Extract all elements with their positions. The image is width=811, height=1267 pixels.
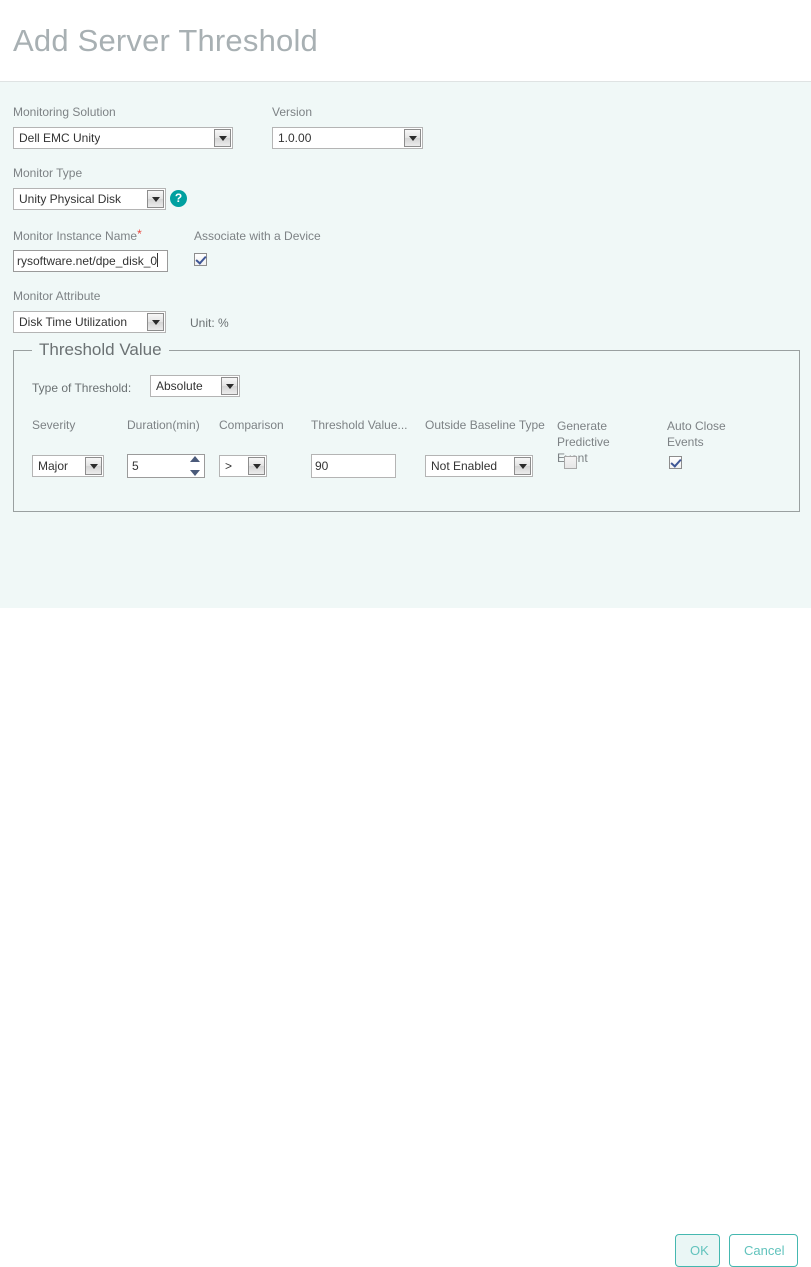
monitoring-solution-label: Monitoring Solution [13,105,116,119]
monitoring-solution-dropdown-button[interactable] [214,129,231,147]
caret-up-icon[interactable] [190,456,200,462]
column-header-outside-baseline-type: Outside Baseline Type [425,418,545,432]
chevron-down-icon [409,136,417,141]
add-server-threshold-dialog: Add Server Threshold Monitoring Solution… [0,0,811,673]
dialog-body: Monitoring Solution Dell EMC Unity Versi… [0,82,811,608]
caret-down-icon[interactable] [190,470,200,476]
version-dropdown-button[interactable] [404,129,421,147]
column-header-duration: Duration(min) [127,418,200,432]
comparison-value: > [225,456,232,476]
monitor-type-dropdown-button[interactable] [147,190,164,208]
chevron-down-icon [253,464,261,469]
required-marker: * [137,227,142,241]
threshold-value-text: 90 [315,459,328,473]
chevron-down-icon [152,320,160,325]
associate-with-device-checkbox[interactable] [194,253,207,266]
dialog-footer: OK Cancel [0,608,811,673]
column-header-threshold-value: Threshold Value... [311,418,408,432]
severity-dropdown-button[interactable] [85,457,102,475]
monitor-attribute-dropdown-button[interactable] [147,313,164,331]
outside-baseline-type-dropdown-button[interactable] [514,457,531,475]
comparison-select[interactable]: > [219,455,267,477]
threshold-value-legend: Threshold Value [32,339,169,361]
duration-spinner-arrows[interactable] [188,456,202,476]
outside-baseline-type-value: Not Enabled [431,456,497,476]
chevron-down-icon [519,464,527,469]
severity-select[interactable]: Major [32,455,104,477]
monitoring-solution-select[interactable]: Dell EMC Unity [13,127,233,149]
chevron-down-icon [226,384,234,389]
monitor-instance-name-value: rysoftware.net/dpe_disk_0 [17,254,157,268]
monitor-instance-name-label-text: Monitor Instance Name [13,229,137,243]
outside-baseline-type-select[interactable]: Not Enabled [425,455,533,477]
chevron-down-icon [90,464,98,469]
type-of-threshold-dropdown-button[interactable] [221,377,238,395]
page-title: Add Server Threshold [0,23,318,59]
monitor-instance-name-label: Monitor Instance Name* [13,229,142,243]
type-of-threshold-select[interactable]: Absolute [150,375,240,397]
column-header-comparison: Comparison [219,418,284,432]
help-icon[interactable]: ? [170,190,187,207]
type-of-threshold-label: Type of Threshold: [32,381,131,395]
monitor-type-value: Unity Physical Disk [19,189,121,209]
version-label: Version [272,105,312,119]
monitor-attribute-select[interactable]: Disk Time Utilization [13,311,166,333]
threshold-value-input[interactable]: 90 [311,454,396,478]
ok-button[interactable]: OK [675,1234,720,1267]
comparison-dropdown-button[interactable] [248,457,265,475]
monitor-attribute-label: Monitor Attribute [13,289,100,303]
severity-value: Major [38,456,68,476]
dialog-header: Add Server Threshold [0,0,811,82]
monitor-instance-name-input[interactable]: rysoftware.net/dpe_disk_0 [13,250,168,272]
duration-value: 5 [132,455,139,477]
monitor-type-label: Monitor Type [13,166,82,180]
column-header-auto-close-events: Auto Close Events [667,418,737,450]
version-select[interactable]: 1.0.00 [272,127,423,149]
unit-label: Unit: % [190,316,229,330]
cancel-button[interactable]: Cancel [729,1234,798,1267]
text-cursor [157,253,158,267]
duration-stepper[interactable]: 5 [127,454,205,478]
column-header-severity: Severity [32,418,75,432]
chevron-down-icon [152,197,160,202]
monitor-type-select[interactable]: Unity Physical Disk [13,188,166,210]
generate-predictive-event-checkbox[interactable] [564,456,577,469]
monitor-attribute-value: Disk Time Utilization [19,312,127,332]
chevron-down-icon [219,136,227,141]
associate-with-device-label: Associate with a Device [194,229,321,243]
threshold-value-fieldset: Threshold Value Type of Threshold: Absol… [13,350,800,512]
monitoring-solution-value: Dell EMC Unity [19,128,100,148]
type-of-threshold-value: Absolute [156,376,203,396]
auto-close-events-checkbox[interactable] [669,456,682,469]
version-value: 1.0.00 [278,128,311,148]
